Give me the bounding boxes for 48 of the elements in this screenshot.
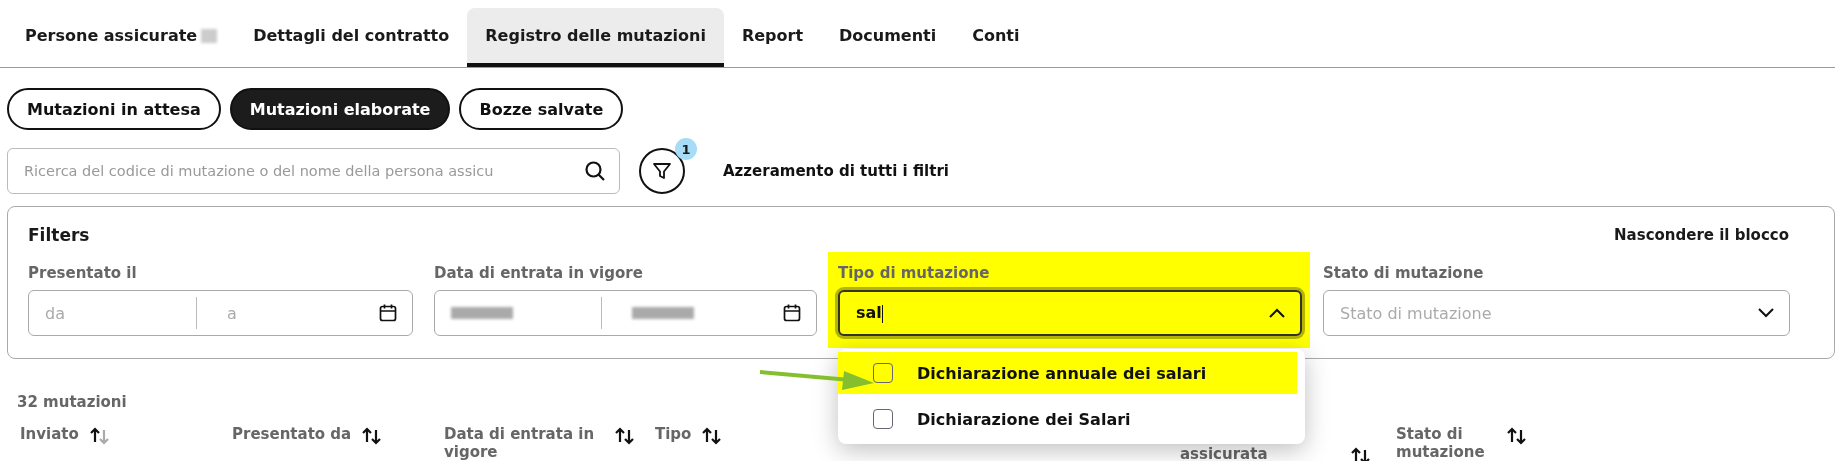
segment-button[interactable]: Mutazioni elaborate (229, 88, 451, 130)
tab[interactable]: Documenti (821, 8, 955, 67)
checkbox[interactable] (873, 409, 893, 429)
column-header[interactable]: Inviato (20, 425, 79, 443)
filter-button[interactable] (639, 148, 685, 194)
tab[interactable]: Conti (954, 8, 1038, 67)
reset-filters-link[interactable]: Azzeramento di tutti i filtri (723, 162, 949, 180)
filter-icon (652, 161, 672, 181)
search-icon[interactable] (584, 160, 606, 182)
result-count: 32 mutazioni (17, 393, 128, 411)
sort-icon[interactable] (701, 425, 724, 447)
count-badge: 1 (675, 138, 697, 160)
sort-icon[interactable] (88, 425, 111, 447)
blurred-date (632, 307, 694, 319)
dropdown-option[interactable]: Dichiarazione annuale dei salari (838, 352, 1297, 394)
blurred-date (451, 307, 513, 319)
column-header[interactable]: Stato di mutazione (1396, 425, 1496, 461)
tab[interactable]: Registro delle mutazioni (467, 8, 724, 67)
tab[interactable]: Persone assicurate (7, 8, 236, 67)
chevron-icon[interactable] (1268, 307, 1286, 319)
field-label: Presentato il (28, 264, 138, 282)
dropdown-option[interactable]: Dichiarazione dei Salari (838, 398, 1297, 440)
column-header[interactable]: Presentato da (232, 425, 352, 443)
tab[interactable]: Dettagli del contratto (235, 8, 468, 67)
sort-icon[interactable] (1350, 445, 1372, 461)
date-placeholder: da (45, 303, 65, 323)
column-header[interactable]: Tipo (655, 425, 692, 443)
type-combobox[interactable]: sal (838, 290, 1302, 336)
date-placeholder: a (227, 303, 237, 323)
calendar-icon[interactable] (782, 303, 802, 323)
hide-block-link[interactable]: Nascondere il blocco (1614, 226, 1789, 244)
date-range-field[interactable] (434, 290, 817, 336)
tab[interactable]: Report (723, 8, 822, 67)
column-header[interactable]: assicurata (1180, 445, 1340, 461)
field-label: Data di entrata in vigore (434, 264, 644, 282)
field-label: Stato di mutazione (1323, 264, 1485, 282)
checkbox[interactable] (873, 363, 893, 383)
column-header[interactable]: Data di entrata in vigore (444, 425, 604, 461)
sort-icon[interactable] (614, 425, 636, 447)
calendar-icon[interactable] (378, 303, 398, 323)
panel-title: Filters (28, 225, 90, 245)
segment-button[interactable]: Bozze salvate (459, 88, 624, 130)
chevron-icon[interactable] (1757, 307, 1775, 319)
sort-icon[interactable] (1506, 425, 1528, 447)
segment-button[interactable]: Mutazioni in attesa (7, 88, 221, 130)
field-label: Tipo di mutazione (838, 264, 991, 282)
search-field[interactable]: Ricerca del codice di mutazione o del nome della persona assicu (7, 148, 620, 194)
sort-icon[interactable] (361, 425, 384, 447)
